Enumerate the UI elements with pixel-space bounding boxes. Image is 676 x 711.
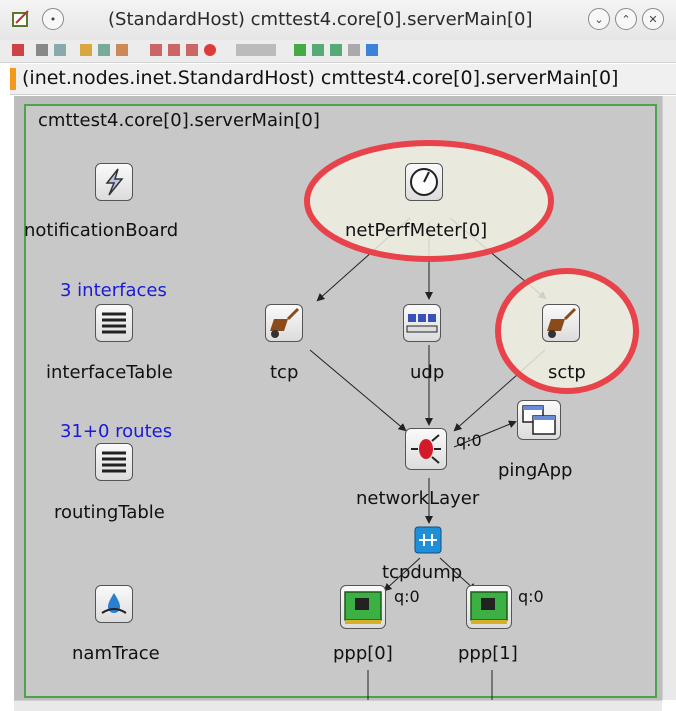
notification-board-node[interactable] bbox=[95, 163, 133, 201]
tcpdump-node[interactable] bbox=[414, 526, 442, 554]
network-layer-label: networkLayer bbox=[356, 488, 480, 509]
ppp1-queue: q:0 bbox=[518, 587, 544, 606]
notification-board-label: notificationBoard bbox=[24, 220, 179, 241]
wheelbarrow-icon bbox=[270, 307, 300, 338]
queue-icon bbox=[406, 314, 438, 333]
ppp0-queue: q:0 bbox=[394, 587, 420, 606]
tcp-node[interactable] bbox=[265, 304, 303, 342]
routing-table-info: 31+0 routes bbox=[60, 421, 173, 442]
interface-table-info: 3 interfaces bbox=[60, 280, 167, 301]
network-layer-node[interactable] bbox=[405, 428, 447, 470]
network-layer-queue: q:0 bbox=[456, 431, 482, 450]
ppp1-node[interactable] bbox=[466, 585, 512, 629]
net-perf-meter-label: netPerfMeter[0] bbox=[345, 220, 488, 241]
udp-node[interactable] bbox=[403, 304, 441, 342]
clock-icon bbox=[410, 168, 438, 196]
interface-table-label: interfaceTable bbox=[46, 362, 173, 383]
nic-icon bbox=[470, 591, 508, 624]
nic-icon bbox=[344, 591, 382, 624]
drop-icon bbox=[101, 593, 127, 614]
routing-table-node[interactable] bbox=[95, 443, 133, 481]
ppp0-label: ppp[0] bbox=[333, 643, 393, 664]
ppp1-label: ppp[1] bbox=[458, 643, 518, 664]
wheelbarrow-icon bbox=[547, 307, 577, 338]
ppp0-node[interactable] bbox=[340, 585, 386, 629]
net-perf-meter-node[interactable] bbox=[405, 163, 443, 201]
sctp-node[interactable] bbox=[542, 304, 580, 342]
router-icon bbox=[411, 434, 441, 464]
lightning-icon bbox=[105, 168, 124, 196]
table-icon bbox=[102, 451, 126, 473]
routing-table-label: routingTable bbox=[54, 502, 165, 523]
table-icon bbox=[102, 312, 126, 334]
highlight-netperfmeter bbox=[304, 140, 554, 262]
ping-app-node[interactable] bbox=[517, 400, 561, 440]
ping-app-label: pingApp bbox=[498, 460, 573, 481]
tcp-label: tcp bbox=[270, 362, 299, 383]
udp-label: udp bbox=[410, 362, 445, 383]
windows-icon bbox=[522, 405, 556, 435]
sctp-label: sctp bbox=[548, 362, 586, 383]
tap-icon bbox=[414, 526, 442, 554]
tcpdump-label: tcpdump bbox=[382, 562, 463, 583]
nam-trace-label: namTrace bbox=[72, 643, 160, 664]
interface-table-node[interactable] bbox=[95, 304, 133, 342]
nam-trace-node[interactable] bbox=[95, 585, 133, 623]
